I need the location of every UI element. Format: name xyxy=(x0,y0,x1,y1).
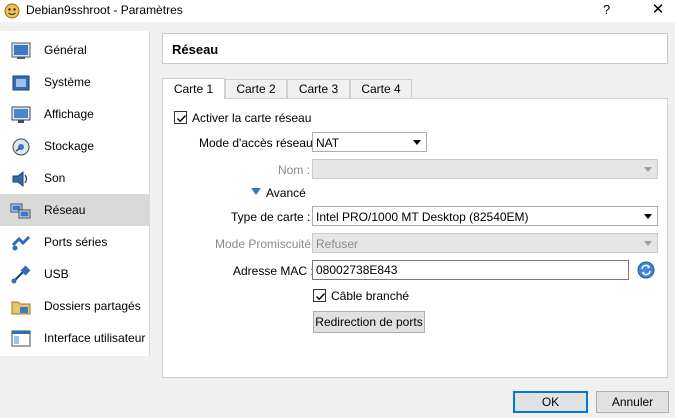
sidebar-item-usb[interactable]: USB xyxy=(0,258,150,290)
virtualbox-app-icon xyxy=(4,3,20,19)
promiscuous-select[interactable]: Refuser xyxy=(312,233,658,253)
advanced-toggle[interactable]: Avancé xyxy=(266,186,306,200)
access-mode-select[interactable]: NAT xyxy=(312,132,427,152)
tab-carte-4[interactable]: Carte 4 xyxy=(350,79,412,99)
enable-adapter-checkbox[interactable] xyxy=(174,111,187,124)
access-mode-label: Mode d'accès réseau : xyxy=(199,136,320,150)
chevron-down-icon xyxy=(644,167,652,172)
sidebar-item-serial-ports[interactable]: Ports séries xyxy=(0,226,150,258)
help-button[interactable]: ? xyxy=(603,2,610,17)
mac-address-field[interactable] xyxy=(312,260,629,280)
close-button[interactable]: ✕ xyxy=(645,0,671,20)
tab-label: Carte 1 xyxy=(173,82,214,96)
sidebar-item-label: Interface utilisateur xyxy=(44,331,146,345)
sidebar-item-label: Ports séries xyxy=(44,235,108,249)
sidebar-item-label: USB xyxy=(44,267,69,281)
tab-label: Carte 2 xyxy=(236,82,276,96)
port-forwarding-label: Redirection de ports xyxy=(315,315,423,329)
sidebar-item-label: Réseau xyxy=(44,203,86,217)
title-bar: Debian9sshroot - Paramètres ? ✕ xyxy=(0,0,675,22)
storage-icon xyxy=(12,138,30,156)
tab-label: Carte 3 xyxy=(298,82,339,96)
sidebar-item-label: Dossiers partagés xyxy=(44,299,141,313)
port-forwarding-button[interactable]: Redirection de ports xyxy=(313,311,425,333)
serial-ports-icon xyxy=(11,235,31,251)
sound-icon xyxy=(12,170,28,188)
sidebar-item-label: Son xyxy=(44,171,66,185)
sidebar-item-shared-folders[interactable]: Dossiers partagés xyxy=(0,290,150,322)
access-mode-value: NAT xyxy=(316,136,340,150)
enable-adapter-label: Activer la carte réseau xyxy=(192,111,312,125)
cable-connected-label: Câble branché xyxy=(331,289,410,303)
cancel-button[interactable]: Annuler xyxy=(596,391,669,413)
tab-carte-3[interactable]: Carte 3 xyxy=(287,79,350,99)
user-interface-icon xyxy=(11,330,31,347)
adapter-type-value: Intel PRO/1000 MT Desktop (82540EM) xyxy=(316,210,529,224)
general-icon xyxy=(11,42,31,59)
sidebar-item-label: Système xyxy=(44,75,91,89)
tab-label: Carte 4 xyxy=(361,82,401,96)
chevron-down-icon xyxy=(644,241,652,246)
usb-icon xyxy=(11,265,31,284)
sidebar-item-network[interactable]: Réseau xyxy=(0,194,150,226)
chevron-down-icon xyxy=(644,214,652,219)
adapter-type-select[interactable]: Intel PRO/1000 MT Desktop (82540EM) xyxy=(312,206,658,226)
sidebar-item-label: Affichage xyxy=(44,107,94,121)
expand-triangle-icon[interactable] xyxy=(251,188,261,195)
checkmark-icon xyxy=(177,115,187,123)
cancel-label: Annuler xyxy=(611,395,654,409)
cable-connected-checkbox[interactable] xyxy=(313,289,326,302)
promiscuous-value: Refuser xyxy=(316,237,359,251)
name-label: Nom : xyxy=(278,163,311,177)
network-icon xyxy=(10,203,31,219)
sidebar-item-sound[interactable]: Son xyxy=(0,162,150,194)
promiscuous-label: Mode Promiscuité : xyxy=(215,237,318,251)
adapter-panel: Activer la carte réseau Mode d'accès rés… xyxy=(162,98,668,378)
window-title: Debian9sshroot - Paramètres xyxy=(26,3,183,17)
sidebar-item-system[interactable]: Système xyxy=(0,66,150,98)
sidebar-item-display[interactable]: Affichage xyxy=(0,98,150,130)
system-icon xyxy=(12,75,30,91)
refresh-mac-icon[interactable] xyxy=(637,261,655,279)
page-title: Réseau xyxy=(172,42,219,57)
name-select[interactable] xyxy=(312,159,658,179)
ok-button[interactable]: OK xyxy=(513,391,588,413)
sidebar-item-user-interface[interactable]: Interface utilisateur xyxy=(0,322,150,354)
sidebar-item-storage[interactable]: Stockage xyxy=(0,130,150,162)
sidebar-item-general[interactable]: Général xyxy=(0,34,150,66)
settings-sidebar: Général Système Affichage Stockage Son R… xyxy=(0,31,150,356)
sidebar-item-label: Général xyxy=(44,43,87,57)
tab-carte-2[interactable]: Carte 2 xyxy=(225,79,287,99)
section-header: Réseau xyxy=(162,33,668,64)
mac-address-label: Adresse MAC : xyxy=(233,264,314,278)
ok-label: OK xyxy=(541,395,560,409)
shared-folders-icon xyxy=(11,301,31,315)
adapter-type-label: Type de carte : xyxy=(231,210,311,224)
chevron-down-icon xyxy=(413,140,421,145)
tab-carte-1[interactable]: Carte 1 xyxy=(162,78,225,99)
sidebar-item-label: Stockage xyxy=(44,139,95,153)
display-icon xyxy=(11,106,31,123)
mac-address-input[interactable] xyxy=(313,261,628,279)
checkmark-icon xyxy=(316,293,326,301)
